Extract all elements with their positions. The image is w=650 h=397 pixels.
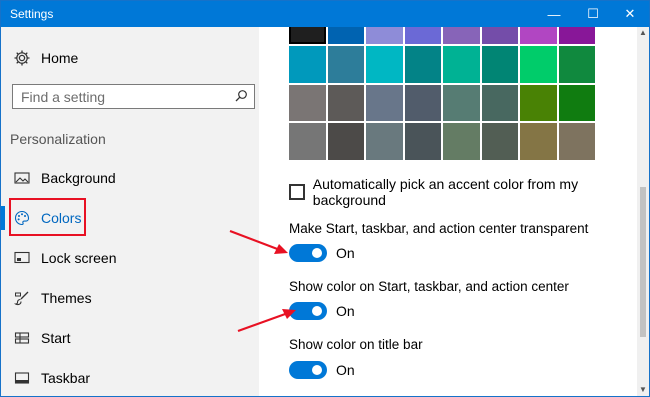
sidebar-item-start[interactable]: Start [1,320,259,356]
active-indicator [1,206,5,230]
section-title: Personalization [10,131,106,147]
main-content: Automatically pick an accent color from … [259,27,649,396]
scroll-down-arrow-icon[interactable]: ▼ [637,384,649,396]
color-swatch[interactable] [366,123,403,160]
color-swatch[interactable] [520,84,557,121]
settings-window: Settings — ☐ ✕ Home Personalization Back… [0,0,650,397]
swatch-row [289,46,597,83]
accent-color-grid [289,27,597,162]
color-swatch[interactable] [558,84,595,121]
swatch-row [289,123,597,160]
brush-icon [14,290,30,306]
color-swatch[interactable] [289,46,326,83]
color-swatch[interactable] [558,27,595,44]
color-swatch[interactable] [404,46,441,83]
home-link[interactable]: Home [13,49,78,67]
sidebar-item-label: Start [41,330,71,346]
show-color-title-state: On [336,362,355,378]
color-swatch[interactable] [558,46,595,83]
color-swatch[interactable] [443,84,480,121]
maximize-button[interactable]: ☐ [574,1,612,27]
color-swatch[interactable] [327,123,364,160]
auto-accent-checkbox[interactable] [289,184,305,200]
show-color-title-toggle[interactable] [289,361,327,379]
window-title: Settings [10,7,54,21]
color-swatch[interactable] [327,46,364,83]
color-swatch[interactable] [520,46,557,83]
color-swatch[interactable] [404,84,441,121]
show-color-start-label: Show color on Start, taskbar, and action… [289,279,569,294]
annotation-highlight-box [9,198,86,236]
gear-icon [13,49,31,67]
transparency-toggle-row: On [289,244,355,262]
color-swatch[interactable] [481,27,518,44]
lock-screen-icon [14,250,30,266]
title-bar: Settings — ☐ ✕ [1,1,649,27]
scrollbar[interactable]: ▲ ▼ [637,27,649,396]
color-swatch[interactable] [327,27,364,44]
sidebar-item-background[interactable]: Background [1,160,259,196]
annotation-arrow-icon [229,229,288,254]
color-swatch[interactable] [404,123,441,160]
home-label: Home [41,50,79,66]
sidebar-item-label: Background [41,170,116,186]
transparency-label: Make Start, taskbar, and action center t… [289,221,589,236]
color-swatch[interactable] [366,27,403,44]
scroll-up-arrow-icon[interactable]: ▲ [637,27,649,39]
start-icon [14,330,30,346]
search-box [12,84,255,109]
auto-accent-label: Automatically pick an accent color from … [312,176,579,208]
sidebar-item-label: Taskbar [41,370,91,386]
color-swatch[interactable] [443,46,480,83]
annotation-arrow-icon [237,309,296,333]
color-swatch[interactable] [520,123,557,160]
taskbar-icon [14,370,30,386]
color-swatch[interactable] [481,46,518,83]
color-swatch[interactable] [443,123,480,160]
auto-accent-row[interactable]: Automatically pick an accent color from … [289,176,649,208]
color-swatch[interactable] [327,84,364,121]
toggle-knob [312,248,322,258]
color-swatch[interactable] [520,27,557,44]
image-icon [14,170,30,186]
show-color-title-toggle-row: On [289,361,355,379]
color-swatch[interactable] [481,84,518,121]
color-swatch[interactable] [289,84,326,121]
transparency-state: On [336,245,355,261]
swatch-row [289,27,597,44]
close-button[interactable]: ✕ [611,1,649,27]
color-swatch[interactable] [404,27,441,44]
color-swatch[interactable] [366,84,403,121]
color-swatch[interactable] [558,123,595,160]
color-swatch[interactable] [443,27,480,44]
color-swatch[interactable] [289,123,326,160]
sidebar-item-label: Lock screen [41,250,117,266]
scrollbar-thumb[interactable] [640,187,646,337]
toggle-knob [312,306,322,316]
swatch-row [289,84,597,121]
search-input[interactable] [21,88,231,106]
transparency-toggle[interactable] [289,244,327,262]
sidebar-item-lock-screen[interactable]: Lock screen [1,240,259,276]
toggle-knob [312,365,322,375]
sidebar-item-label: Themes [41,290,92,306]
search-icon[interactable] [234,89,248,103]
minimize-button[interactable]: — [535,1,573,27]
color-swatch[interactable] [289,27,326,44]
sidebar: Home Personalization Background Colors [1,27,259,396]
show-color-start-state: On [336,303,355,319]
sidebar-item-taskbar[interactable]: Taskbar [1,360,259,396]
sidebar-item-themes[interactable]: Themes [1,280,259,316]
color-swatch[interactable] [366,46,403,83]
show-color-title-label: Show color on title bar [289,337,423,352]
color-swatch[interactable] [481,123,518,160]
